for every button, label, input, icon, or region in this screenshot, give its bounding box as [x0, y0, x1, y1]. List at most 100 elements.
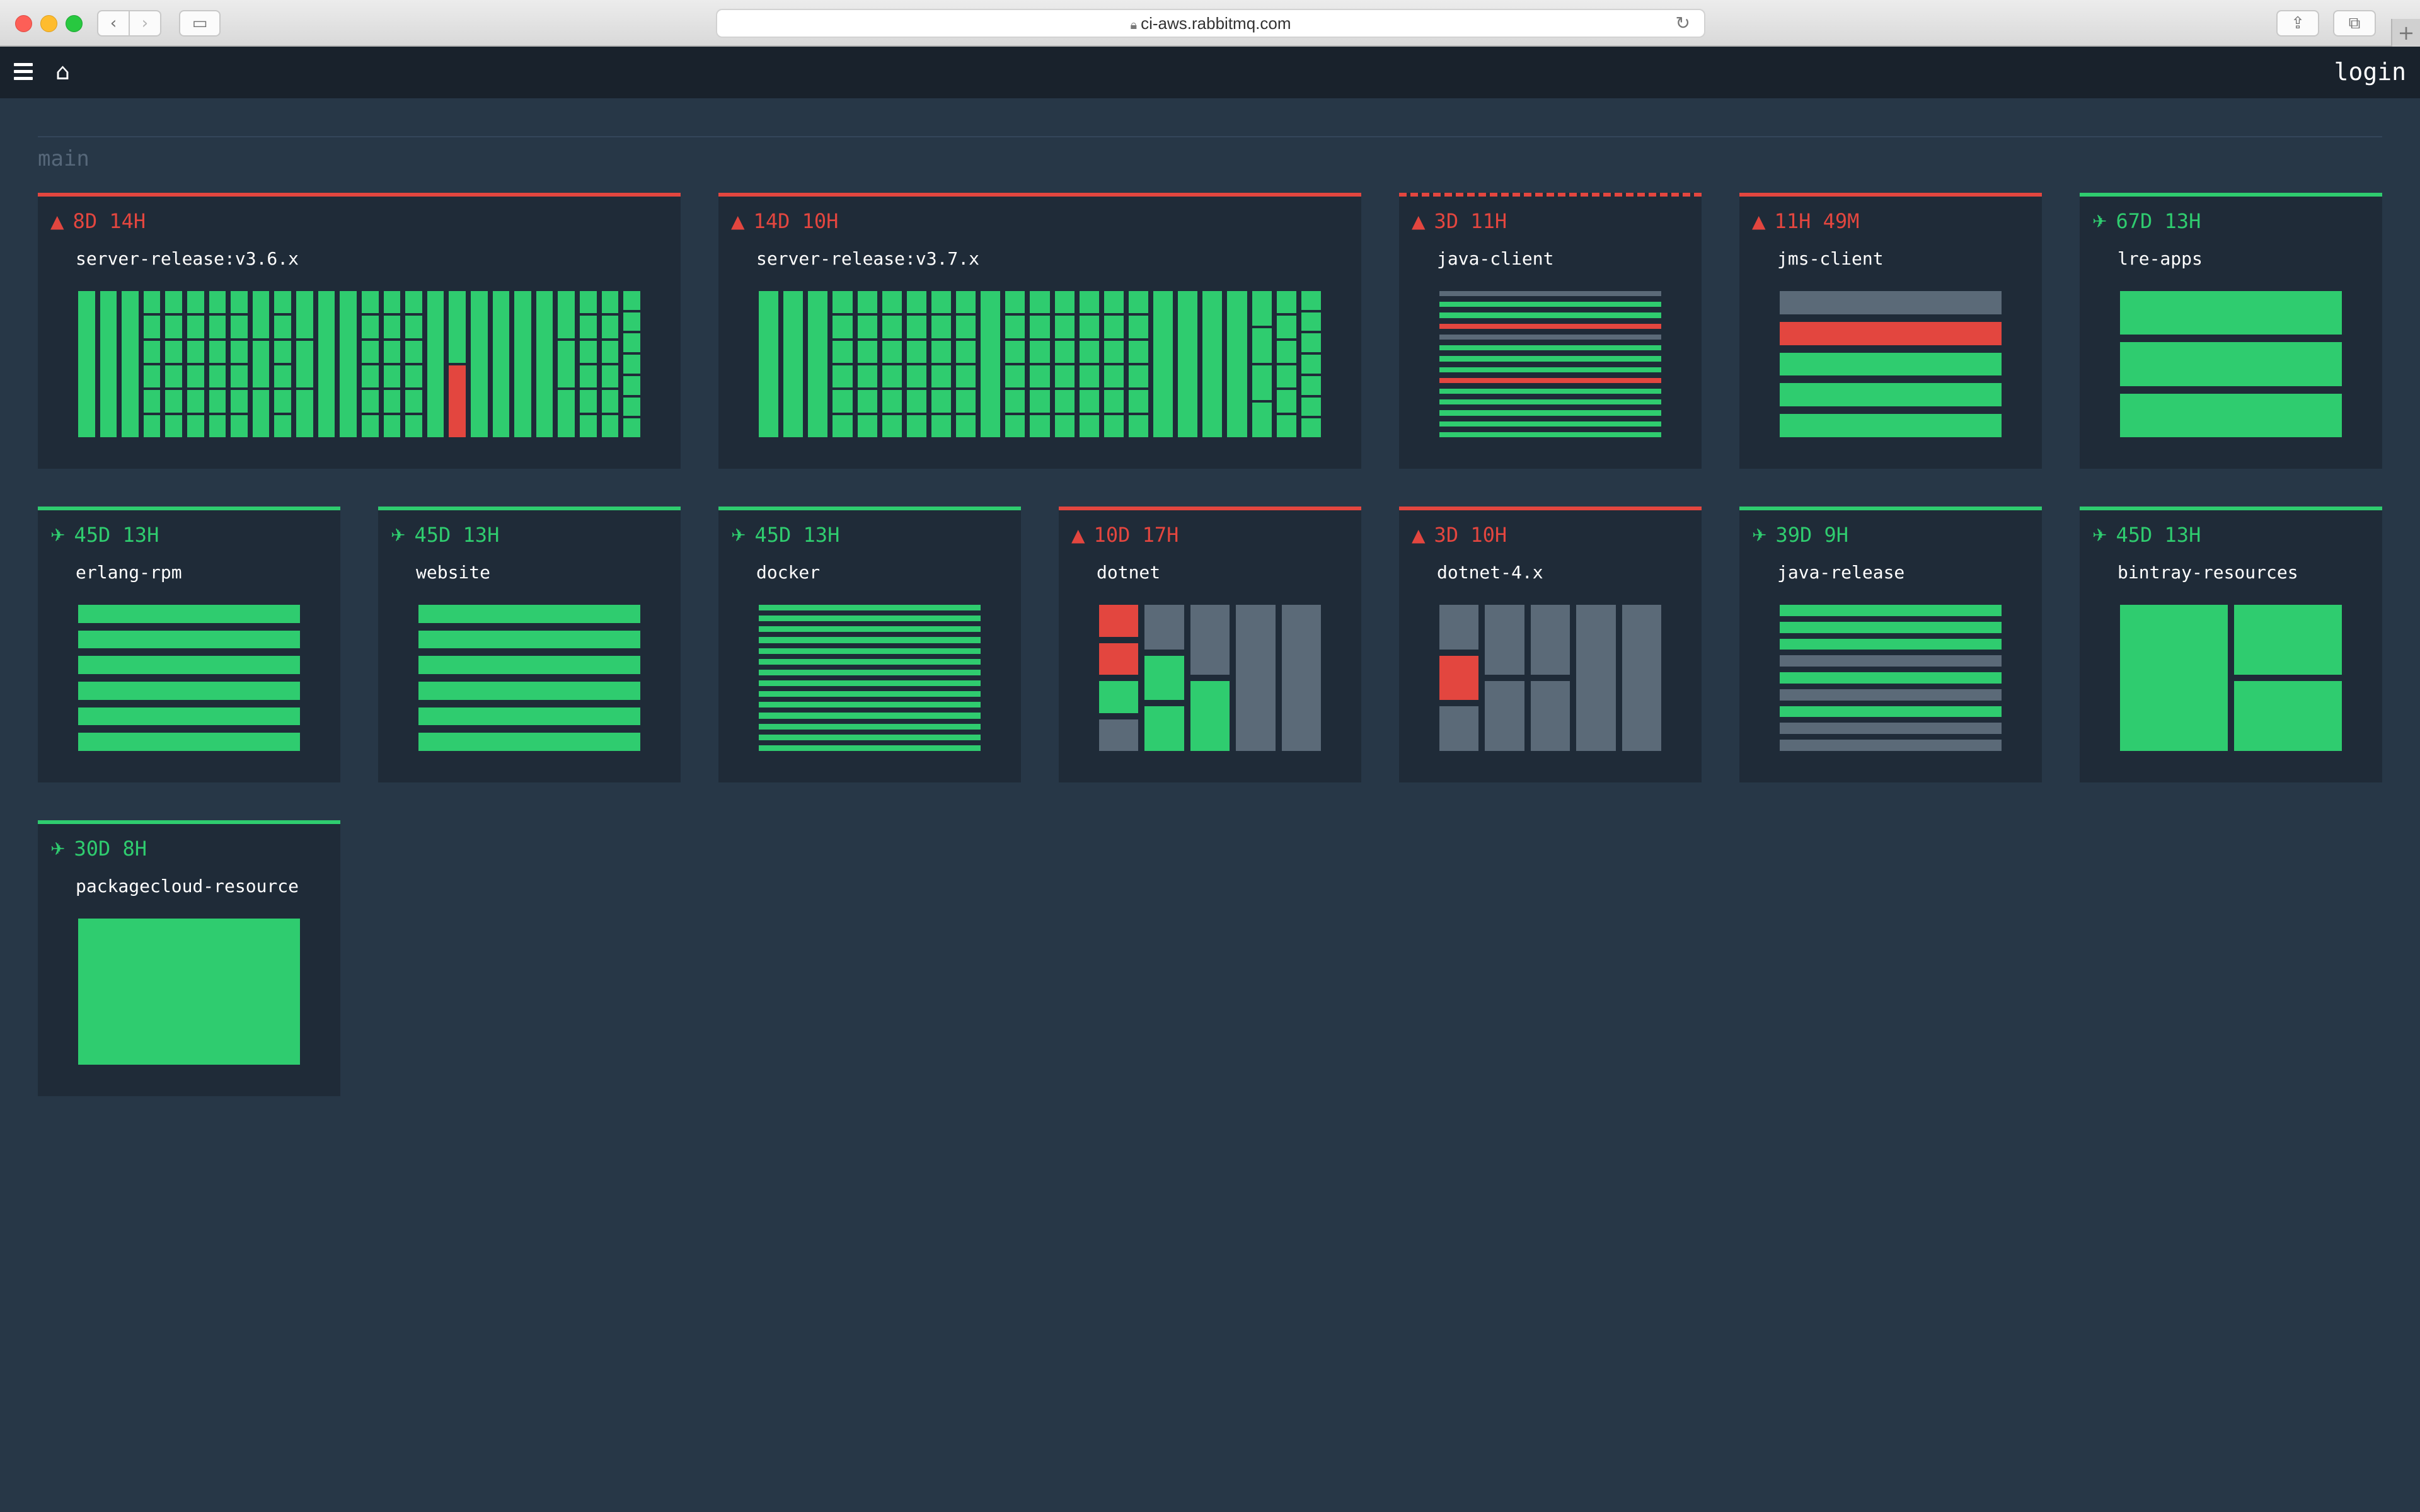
- job-block[interactable]: [1439, 655, 1479, 701]
- job-block[interactable]: [1128, 390, 1148, 413]
- reload-icon[interactable]: ↻: [1676, 10, 1690, 37]
- job-block[interactable]: [383, 316, 401, 338]
- job-block[interactable]: [1005, 340, 1025, 363]
- login-link[interactable]: login: [2334, 58, 2406, 86]
- job-block[interactable]: [536, 291, 553, 437]
- job-block[interactable]: [274, 291, 292, 314]
- job-block[interactable]: [1439, 367, 1661, 372]
- job-block[interactable]: [931, 365, 951, 388]
- new-tab-button[interactable]: +: [2391, 19, 2420, 47]
- job-block[interactable]: [1301, 418, 1321, 438]
- job-block[interactable]: [833, 390, 853, 413]
- job-block[interactable]: [1144, 605, 1184, 650]
- job-block[interactable]: [418, 605, 640, 623]
- pipeline-name[interactable]: erlang-rpm: [76, 562, 182, 583]
- pipeline-preview[interactable]: [1439, 291, 1661, 438]
- pipeline-preview[interactable]: [2120, 291, 2342, 437]
- job-block[interactable]: [1780, 655, 2002, 667]
- job-block[interactable]: [1780, 740, 2002, 752]
- job-block[interactable]: [833, 291, 853, 314]
- job-block[interactable]: [601, 291, 619, 314]
- job-block[interactable]: [833, 415, 853, 437]
- job-block[interactable]: [405, 415, 422, 437]
- job-block[interactable]: [1301, 375, 1321, 395]
- job-block[interactable]: [1252, 403, 1272, 437]
- job-block[interactable]: [1144, 655, 1184, 701]
- job-block[interactable]: [1079, 390, 1099, 413]
- job-block[interactable]: [1005, 316, 1025, 338]
- job-block[interactable]: [931, 340, 951, 363]
- job-block[interactable]: [601, 390, 619, 413]
- job-block[interactable]: [981, 291, 1001, 437]
- job-block[interactable]: [143, 365, 161, 388]
- job-block[interactable]: [558, 390, 575, 438]
- job-block[interactable]: [1054, 365, 1075, 388]
- job-block[interactable]: [1439, 356, 1661, 362]
- job-block[interactable]: [418, 682, 640, 700]
- job-block[interactable]: [623, 418, 640, 438]
- job-block[interactable]: [165, 365, 183, 388]
- pipeline-name[interactable]: packagecloud-resource: [76, 876, 299, 896]
- job-block[interactable]: [2120, 605, 2228, 751]
- job-block[interactable]: [1128, 316, 1148, 338]
- pipeline-card[interactable]: ▲ 3D 11H java-client: [1399, 193, 1702, 469]
- job-block[interactable]: [759, 658, 981, 665]
- job-block[interactable]: [1439, 410, 1661, 416]
- job-block[interactable]: [623, 397, 640, 416]
- job-block[interactable]: [274, 365, 292, 388]
- job-block[interactable]: [165, 390, 183, 413]
- job-block[interactable]: [759, 648, 981, 654]
- job-block[interactable]: [361, 415, 379, 437]
- job-block[interactable]: [318, 291, 335, 437]
- job-block[interactable]: [231, 340, 248, 363]
- pipeline-name[interactable]: server-release:v3.7.x: [756, 248, 979, 269]
- pipeline-card[interactable]: ✈ 45D 13H website: [378, 507, 681, 782]
- job-block[interactable]: [1190, 681, 1230, 751]
- job-block[interactable]: [383, 415, 401, 437]
- sidebar-toggle-button[interactable]: ▭: [179, 10, 221, 37]
- job-block[interactable]: [449, 365, 466, 437]
- job-block[interactable]: [1054, 316, 1075, 338]
- job-block[interactable]: [759, 616, 981, 622]
- address-bar[interactable]: 🔒︎ ci-aws.rabbitmq.com ↻: [716, 9, 1705, 38]
- job-block[interactable]: [405, 390, 422, 413]
- pipeline-name[interactable]: dotnet-4.x: [1437, 562, 1543, 583]
- job-block[interactable]: [580, 291, 597, 314]
- job-block[interactable]: [274, 390, 292, 413]
- pipeline-preview[interactable]: [2120, 605, 2342, 751]
- job-block[interactable]: [1530, 605, 1570, 675]
- job-block[interactable]: [1439, 334, 1661, 340]
- job-block[interactable]: [1276, 291, 1296, 314]
- job-block[interactable]: [1128, 291, 1148, 314]
- job-block[interactable]: [165, 316, 183, 338]
- job-block[interactable]: [833, 340, 853, 363]
- job-block[interactable]: [78, 605, 300, 623]
- job-block[interactable]: [100, 291, 117, 437]
- job-block[interactable]: [405, 340, 422, 363]
- job-block[interactable]: [558, 340, 575, 388]
- job-block[interactable]: [78, 291, 95, 437]
- job-block[interactable]: [759, 723, 981, 730]
- job-block[interactable]: [1005, 291, 1025, 314]
- job-block[interactable]: [623, 312, 640, 331]
- pipeline-card[interactable]: ✈ 39D 9H java-release: [1739, 507, 2042, 782]
- job-block[interactable]: [1780, 638, 2002, 650]
- job-block[interactable]: [601, 340, 619, 363]
- job-block[interactable]: [906, 291, 926, 314]
- job-block[interactable]: [1005, 390, 1025, 413]
- job-block[interactable]: [1103, 365, 1124, 388]
- job-block[interactable]: [906, 316, 926, 338]
- job-block[interactable]: [231, 365, 248, 388]
- job-block[interactable]: [1030, 365, 1050, 388]
- job-block[interactable]: [1439, 323, 1661, 329]
- job-block[interactable]: [759, 669, 981, 675]
- job-block[interactable]: [1301, 312, 1321, 331]
- job-block[interactable]: [252, 340, 270, 388]
- job-block[interactable]: [1030, 291, 1050, 314]
- job-block[interactable]: [383, 390, 401, 413]
- job-block[interactable]: [1005, 365, 1025, 388]
- job-block[interactable]: [449, 291, 466, 363]
- job-block[interactable]: [1439, 388, 1661, 394]
- job-block[interactable]: [1227, 291, 1247, 437]
- job-block[interactable]: [361, 340, 379, 363]
